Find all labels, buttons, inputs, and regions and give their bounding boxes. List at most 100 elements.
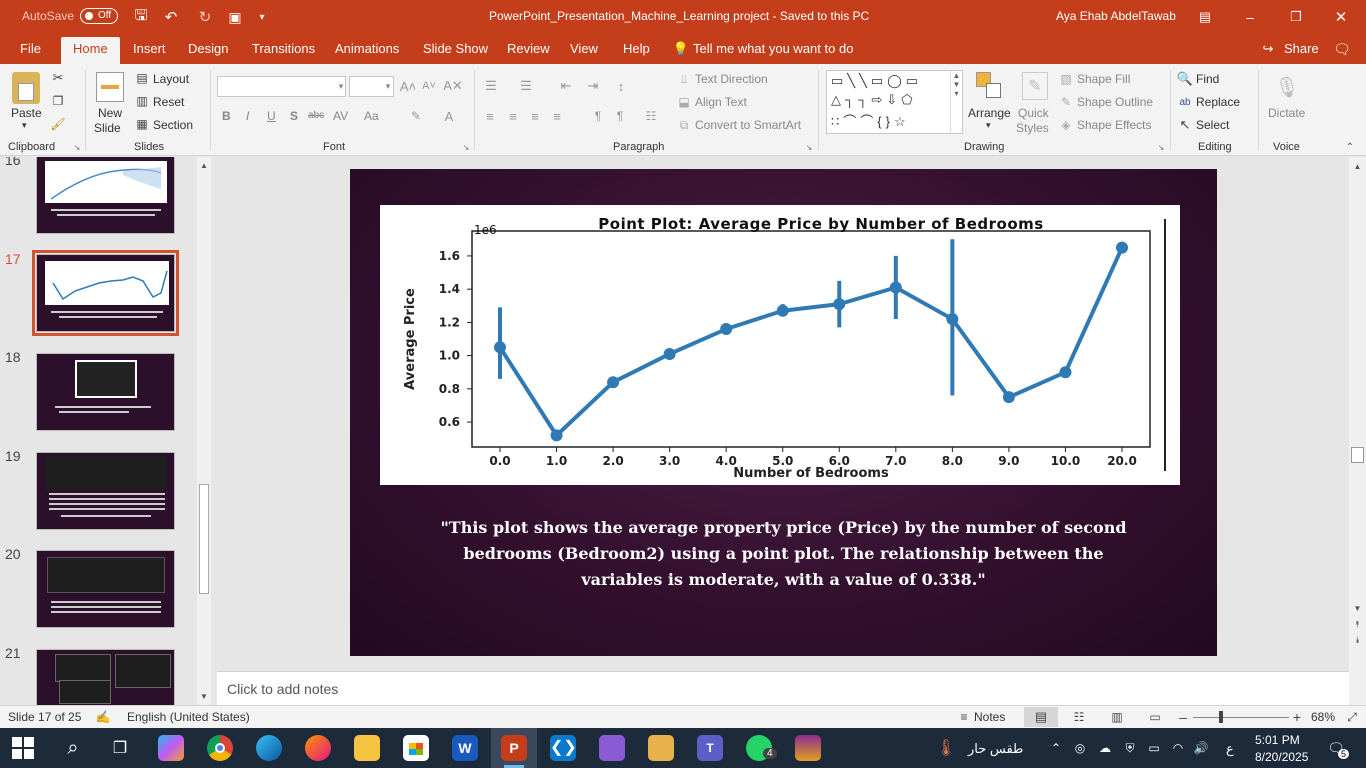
highlight-icon[interactable]: ✎ <box>408 108 424 124</box>
paragraph-launcher-icon[interactable]: ↘ <box>805 143 813 152</box>
chrome-icon[interactable] <box>207 735 233 761</box>
store-icon[interactable] <box>403 735 429 761</box>
ltr-icon[interactable]: ¶ <box>590 108 606 124</box>
firefox-icon[interactable] <box>305 735 331 761</box>
scroll-down-icon[interactable]: ▼ <box>199 691 209 701</box>
thumb-slide-16[interactable] <box>36 157 175 234</box>
minimize-icon[interactable]: – <box>1241 8 1259 26</box>
line-spacing-icon[interactable]: ↕ <box>612 78 630 94</box>
dictate-button[interactable]: 🎙 Dictate <box>1266 70 1310 136</box>
quick-styles-button[interactable]: ✎ Quick Styles <box>1014 70 1056 140</box>
chevron-down-icon[interactable]: ▾ <box>336 80 346 92</box>
winrar-icon[interactable] <box>795 735 821 761</box>
thermometer-icon[interactable]: 🌡 <box>936 738 956 758</box>
paste-dropdown-icon[interactable]: ▾ <box>22 120 27 131</box>
thumb-slide-21[interactable] <box>36 649 175 705</box>
thumbnails-scrollbar[interactable]: ▲ ▼ <box>197 157 211 705</box>
scroll-up-icon[interactable]: ▲ <box>199 160 209 170</box>
justify-icon[interactable]: ≡ <box>549 108 565 124</box>
teams-icon[interactable]: T <box>697 735 723 761</box>
decrease-indent-icon[interactable]: ⇤ <box>557 78 575 94</box>
strikethrough-button[interactable]: abc <box>308 110 324 121</box>
share-button[interactable]: Share <box>1284 41 1319 56</box>
tab-view[interactable]: View <box>570 41 598 56</box>
tab-transitions[interactable]: Transitions <box>252 41 315 56</box>
tab-insert[interactable]: Insert <box>133 41 166 56</box>
cut-icon[interactable]: ✂ <box>50 70 66 86</box>
file-explorer-icon[interactable] <box>354 735 380 761</box>
comments-icon[interactable]: 🗨 <box>1333 41 1351 57</box>
fit-to-window-icon[interactable]: ⤢ <box>1344 709 1360 725</box>
tab-file[interactable]: File <box>20 41 41 56</box>
clock-time[interactable]: 5:01 PM <box>1255 733 1300 747</box>
close-icon[interactable]: ✕ <box>1332 8 1350 26</box>
tray-chevron-icon[interactable]: ⌃ <box>1049 740 1063 756</box>
weather-text[interactable]: طقس حار <box>968 741 1023 757</box>
battery-icon[interactable]: ▭ <box>1146 740 1162 756</box>
redo-icon[interactable]: ↻ <box>196 8 214 26</box>
shape-outline-button[interactable]: Shape Outline <box>1077 95 1153 109</box>
collapse-ribbon-icon[interactable]: ⌃ <box>1343 141 1357 153</box>
task-view-icon[interactable]: ❐ <box>108 736 132 760</box>
character-spacing-button[interactable]: AV <box>333 109 348 123</box>
font-name-input[interactable] <box>217 76 346 97</box>
increase-font-icon[interactable]: A˄ <box>400 78 416 94</box>
thumb-slide-20[interactable] <box>36 550 175 628</box>
format-painter-icon[interactable]: 🖌 <box>50 116 66 132</box>
gallery-scroll[interactable]: ▲ ▼ ▾ <box>950 71 962 133</box>
scroll-thumb[interactable] <box>1351 447 1364 463</box>
new-slide-button[interactable]: New Slide <box>92 70 128 140</box>
change-case-button[interactable]: Aa <box>364 109 379 123</box>
volume-icon[interactable]: 🔊 <box>1193 740 1209 756</box>
clipboard-launcher-icon[interactable]: ↘ <box>73 143 81 152</box>
increase-indent-icon[interactable]: ⇥ <box>584 78 602 94</box>
present-icon[interactable]: ▣ <box>226 8 244 26</box>
tab-home[interactable]: Home <box>61 37 120 64</box>
columns-icon[interactable]: ☷ <box>643 108 659 124</box>
notes-pane[interactable]: Click to add notes <box>217 671 1349 705</box>
search-icon[interactable]: ⌕ <box>60 736 86 760</box>
zoom-slider[interactable] <box>1193 717 1289 718</box>
security-icon[interactable]: ⛨ <box>1122 740 1138 756</box>
bold-button[interactable]: B <box>222 109 231 123</box>
previous-slide-icon[interactable]: ⯭ <box>1352 619 1363 630</box>
align-center-icon[interactable]: ≡ <box>505 108 521 124</box>
shape-fill-button[interactable]: Shape Fill <box>1077 72 1130 86</box>
next-slide-icon[interactable]: ⯯ <box>1352 635 1363 646</box>
camera-icon[interactable]: ◎ <box>1073 740 1087 756</box>
align-text-button[interactable]: Align Text <box>695 95 747 109</box>
slide-caption[interactable]: "This plot shows the average property pr… <box>430 515 1137 593</box>
scroll-down-icon[interactable]: ▼ <box>1352 603 1363 614</box>
tab-animations[interactable]: Animations <box>335 41 399 56</box>
slide-sorter-icon[interactable]: ☷ <box>1071 709 1087 725</box>
thumb-slide-19[interactable] <box>36 452 175 530</box>
align-left-icon[interactable]: ≡ <box>482 108 498 124</box>
vscode-icon[interactable]: ❮❯ <box>550 735 577 761</box>
cloud-icon[interactable]: ☁ <box>1097 740 1113 756</box>
windows-start-icon[interactable] <box>12 737 34 759</box>
chevron-down-icon[interactable]: ▾ <box>383 80 393 92</box>
powerpoint-icon[interactable]: P <box>501 735 527 761</box>
current-slide[interactable]: Point Plot: Average Price by Number of B… <box>350 169 1217 656</box>
slideshow-view-icon[interactable]: ▭ <box>1147 709 1163 725</box>
shadow-button[interactable]: S <box>290 109 298 123</box>
bullets-icon[interactable]: ☰ <box>482 78 500 94</box>
slide-scrollbar[interactable]: ▲ ▼ ⯭ ⯯ <box>1349 157 1366 705</box>
align-right-icon[interactable]: ≡ <box>527 108 543 124</box>
user-name[interactable]: Aya Ehab AbdelTawab <box>1056 9 1176 23</box>
numbering-icon[interactable]: ☰ <box>517 78 535 94</box>
copilot-icon[interactable] <box>158 735 184 761</box>
layout-button[interactable]: Layout <box>153 72 189 86</box>
font-launcher-icon[interactable]: ↘ <box>462 143 470 152</box>
notes-toggle[interactable]: Notes <box>974 710 1005 724</box>
shapes-gallery[interactable]: ▭╲╲▭◯▭ △┐┐⇨⇩⬠ ∷⌒⌒{}☆ ▲ ▼ ▾ <box>826 70 963 134</box>
wifi-icon[interactable]: ◠ <box>1170 740 1186 756</box>
restore-icon[interactable]: ❐ <box>1287 8 1305 26</box>
reading-view-icon[interactable]: ▥ <box>1109 709 1125 725</box>
tab-review[interactable]: Review <box>507 41 550 56</box>
font-color-icon[interactable]: A <box>441 108 457 124</box>
thumb-slide-17[interactable] <box>32 250 179 336</box>
edge-icon[interactable] <box>256 735 282 761</box>
normal-view-icon[interactable]: ▤ <box>1024 707 1058 727</box>
input-language[interactable]: ع <box>1226 741 1234 757</box>
